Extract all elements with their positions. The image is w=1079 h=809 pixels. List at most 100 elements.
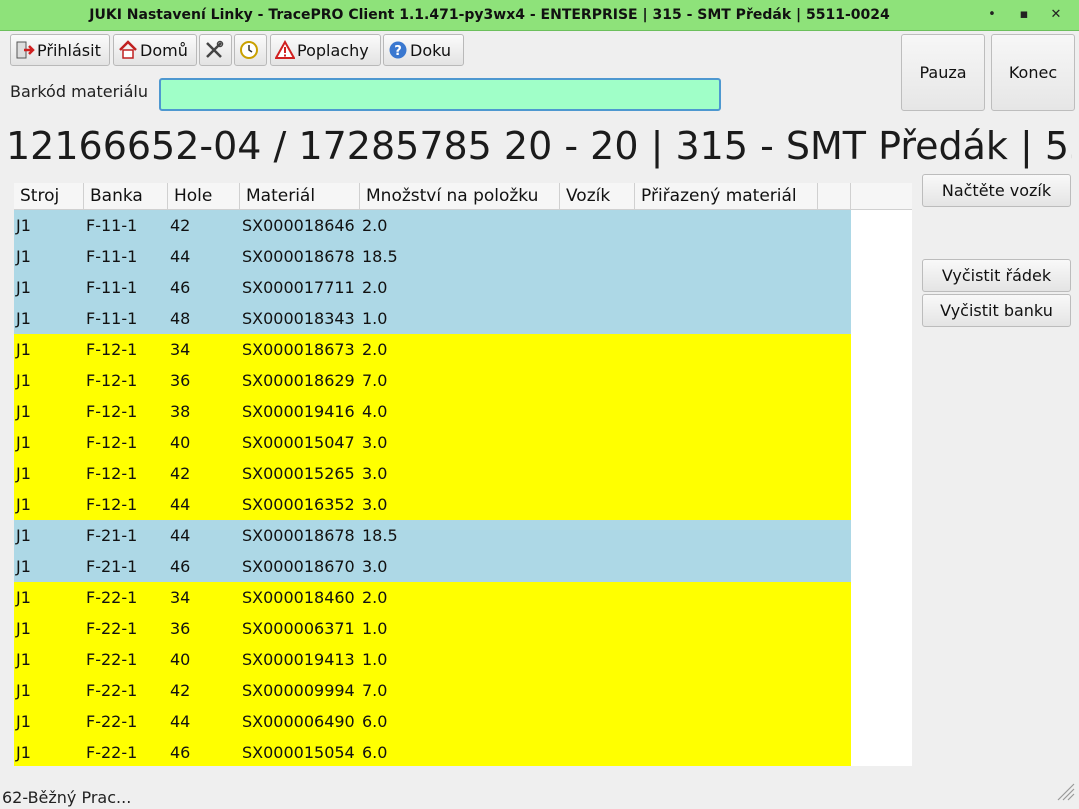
load-cart-button[interactable]: Načtěte vozík (922, 174, 1071, 207)
table-cell: SX000015047 (242, 433, 355, 452)
table-cell: 3.0 (362, 433, 388, 452)
table-cell: F-12-1 (86, 495, 138, 514)
table-cell: J1 (16, 588, 31, 607)
col-header-assigned[interactable]: Přiřazený materiál (635, 183, 818, 209)
table-cell: 46 (170, 743, 191, 762)
end-button[interactable]: Konec (991, 34, 1075, 111)
col-header-banka[interactable]: Banka (84, 183, 168, 209)
table-cell (560, 272, 635, 303)
col-header-hole[interactable]: Hole (168, 183, 240, 209)
table-cell: 46 (170, 557, 191, 576)
pause-button[interactable]: Pauza (901, 34, 985, 111)
table-cell: SX000017711 (242, 278, 355, 297)
table-row[interactable]: J1 F-12-1 38 SX000019416 4.0 (14, 396, 851, 427)
col-header-stroj[interactable]: Stroj (14, 183, 84, 209)
table-cell: 36 (170, 371, 191, 390)
table-cell (560, 489, 635, 520)
table-cell (560, 613, 635, 644)
barcode-input[interactable] (159, 78, 721, 111)
table-row[interactable]: J1 F-22-1 42 SX000009994 7.0 (14, 675, 851, 706)
home-label: Domů (140, 40, 188, 60)
clock-button[interactable] (234, 34, 267, 66)
status-text: 62-Běžný Prac... (2, 788, 132, 807)
login-button[interactable]: Přihlásit (10, 34, 110, 66)
table-cell: SX000015054 (242, 743, 355, 762)
clear-row-button[interactable]: Vyčistit řádek (922, 259, 1071, 292)
table-cell: J1 (16, 247, 31, 266)
table-cell (635, 303, 818, 334)
table-row[interactable]: J1 F-12-1 34 SX000018673 2.0 (14, 334, 851, 365)
table-cell (560, 334, 635, 365)
title-bar: JUKI Nastavení Linky - TracePRO Client 1… (0, 0, 1079, 31)
table-row[interactable]: J1 F-11-1 46 SX000017711 2.0 (14, 272, 851, 303)
close-window-button[interactable]: ✕ (1046, 5, 1066, 25)
minimize-button[interactable]: • (982, 5, 1002, 25)
table-cell: SX000006490 (242, 712, 355, 731)
col-header-extra[interactable] (818, 183, 851, 209)
table-cell: F-21-1 (86, 557, 138, 576)
table-cell: SX000006371 (242, 619, 355, 638)
table-cell (635, 520, 818, 551)
table-row[interactable]: J1 F-12-1 44 SX000016352 3.0 (14, 489, 851, 520)
table-cell: F-22-1 (86, 588, 138, 607)
table-cell: 6.0 (362, 712, 388, 731)
material-table: Stroj Banka Hole Materiál Množství na po… (14, 183, 912, 766)
maximize-button[interactable]: ▪ (1014, 5, 1034, 25)
col-header-quantity[interactable]: Množství na položku (360, 183, 560, 209)
table-row[interactable]: J1 F-11-1 42 SX000018646 2.0 (14, 210, 851, 241)
login-label: Přihlásit (37, 40, 101, 60)
table-cell: 44 (170, 712, 191, 731)
table-cell: J1 (16, 371, 31, 390)
table-row[interactable]: J1 F-21-1 46 SX000018670 3.0 (14, 551, 851, 582)
table-cell: F-22-1 (86, 681, 138, 700)
table-cell: F-22-1 (86, 650, 138, 669)
table-cell: F-12-1 (86, 433, 138, 452)
table-cell: J1 (16, 216, 31, 235)
table-cell: J1 (16, 278, 31, 297)
home-icon (118, 40, 138, 60)
resize-grip-icon[interactable] (1053, 779, 1075, 805)
table-cell: F-11-1 (86, 247, 138, 266)
table-cell: F-11-1 (86, 309, 138, 328)
table-cell: J1 (16, 681, 31, 700)
table-row[interactable]: J1 F-21-1 44 SX000018678 18.5 (14, 520, 851, 551)
table-row[interactable]: J1 F-11-1 48 SX000018343 1.0 (14, 303, 851, 334)
col-header-material[interactable]: Materiál (240, 183, 360, 209)
table-cell: 44 (170, 526, 191, 545)
table-cell (560, 303, 635, 334)
table-cell: SX000018460 (242, 588, 355, 607)
table-cell: 48 (170, 309, 191, 328)
table-cell: F-22-1 (86, 712, 138, 731)
table-cell (635, 272, 818, 303)
table-cell: 34 (170, 340, 191, 359)
docs-button[interactable]: ? Doku (383, 34, 464, 66)
tools-button[interactable] (199, 34, 232, 66)
alarms-label: Poplachy (297, 40, 369, 60)
alarms-button[interactable]: Poplachy (270, 34, 381, 66)
table-cell: J1 (16, 309, 31, 328)
table-cell: 3.0 (362, 464, 388, 483)
table-cell (560, 458, 635, 489)
table-row[interactable]: J1 F-12-1 40 SX000015047 3.0 (14, 427, 851, 458)
table-row[interactable]: J1 F-22-1 44 SX000006490 6.0 (14, 706, 851, 737)
table-row[interactable]: J1 F-22-1 40 SX000019413 1.0 (14, 644, 851, 675)
table-cell (635, 334, 818, 365)
table-cell: F-12-1 (86, 464, 138, 483)
table-cell (635, 241, 818, 272)
col-header-cart[interactable]: Vozík (560, 183, 635, 209)
clear-bank-button[interactable]: Vyčistit banku (922, 294, 1071, 327)
table-cell: J1 (16, 340, 31, 359)
table-cell: SX000019413 (242, 650, 355, 669)
home-button[interactable]: Domů (113, 34, 197, 66)
table-cell (560, 551, 635, 582)
table-row[interactable]: J1 F-12-1 36 SX000018629 7.0 (14, 365, 851, 396)
table-cell: F-12-1 (86, 371, 138, 390)
table-row[interactable]: J1 F-12-1 42 SX000015265 3.0 (14, 458, 851, 489)
table-row[interactable]: J1 F-22-1 36 SX000006371 1.0 (14, 613, 851, 644)
table-row[interactable]: J1 F-11-1 44 SX000018678 18.5 (14, 241, 851, 272)
table-row[interactable]: J1 F-22-1 46 SX000015054 6.0 (14, 737, 851, 766)
table-cell (635, 737, 818, 766)
table-row[interactable]: J1 F-22-1 34 SX000018460 2.0 (14, 582, 851, 613)
table-cell: SX000018670 (242, 557, 355, 576)
table-cell: SX000018678 (242, 526, 355, 545)
